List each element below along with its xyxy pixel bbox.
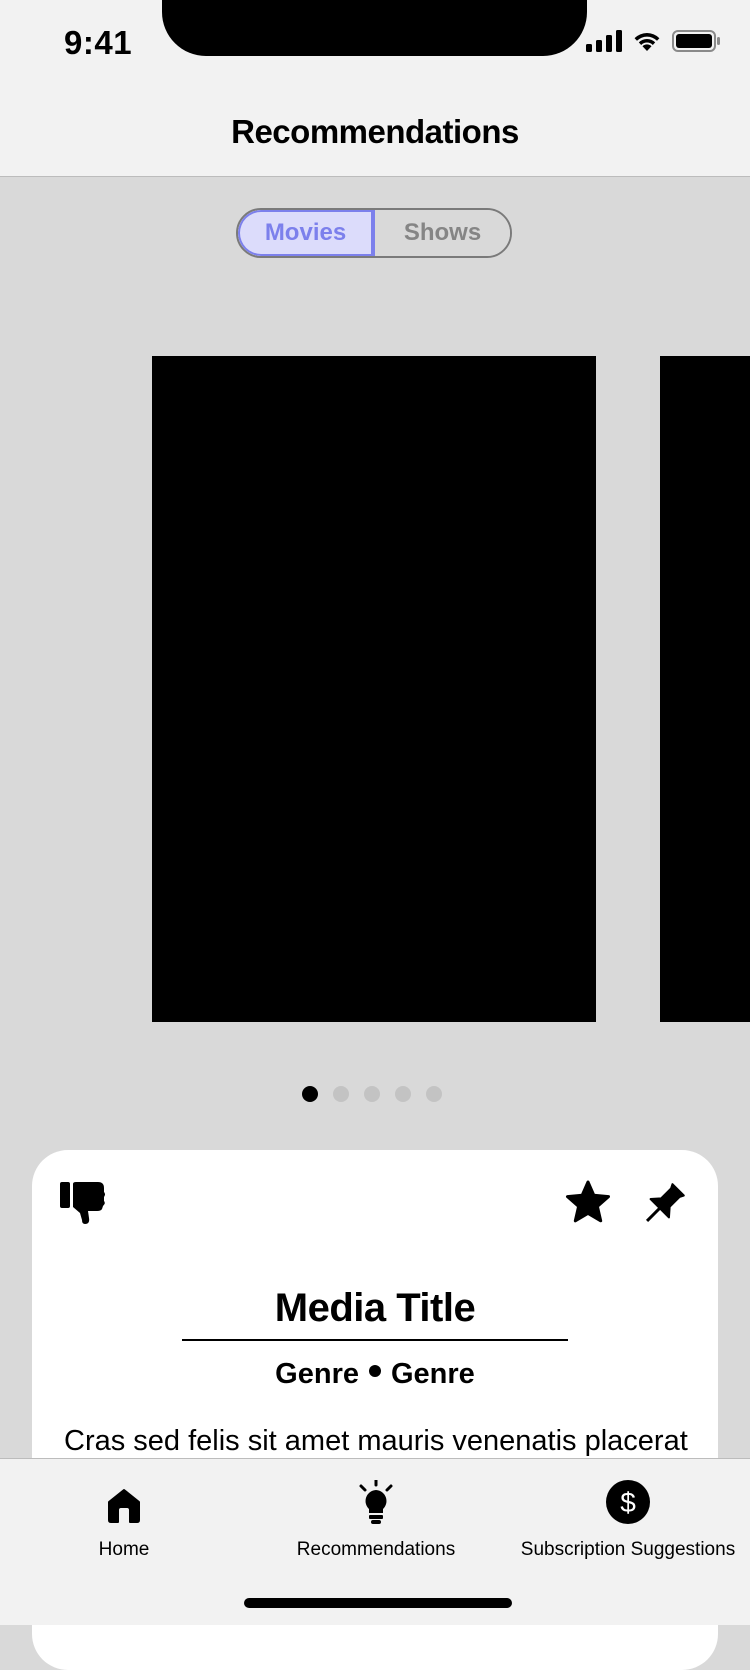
lightbulb-icon (357, 1478, 395, 1529)
battery-icon (672, 30, 720, 57)
carousel-page-indicator (302, 1086, 442, 1102)
tab-subscription-suggestions[interactable]: $ Subscription Suggestions (518, 1477, 738, 1561)
tab-home[interactable]: Home (64, 1477, 184, 1561)
genre-label: Genre (275, 1358, 359, 1390)
header: Recommendations (0, 88, 750, 177)
svg-text:$: $ (620, 1487, 636, 1518)
media-type-segmented-control: Movies Shows (236, 208, 512, 258)
wifi-icon (632, 30, 662, 57)
media-poster[interactable] (152, 356, 596, 1022)
page-dot[interactable] (302, 1086, 318, 1102)
tab-recommendations[interactable]: Recommendations (286, 1477, 466, 1561)
page-dot[interactable] (364, 1086, 380, 1102)
genre-list: Genre Genre (32, 1358, 718, 1391)
tab-subscription-suggestions-label: Subscription Suggestions (520, 1539, 736, 1560)
home-icon (107, 1488, 141, 1529)
page-dot[interactable] (426, 1086, 442, 1102)
media-title: Media Title (182, 1286, 568, 1341)
page-title: Recommendations (231, 113, 519, 150)
next-media-poster[interactable] (660, 356, 750, 1022)
status-bar: 9:41 (0, 0, 750, 88)
notch (162, 0, 587, 56)
dollar-icon: $ (606, 1480, 650, 1529)
segment-shows[interactable]: Shows (375, 210, 510, 256)
segment-movies[interactable]: Movies (238, 210, 375, 256)
signal-icon (586, 30, 622, 57)
pin-icon[interactable] (640, 1180, 688, 1233)
genre-separator (369, 1365, 381, 1378)
tab-home-label: Home (98, 1539, 150, 1560)
page-dot[interactable] (395, 1086, 411, 1102)
thumbs-down-icon[interactable] (60, 1180, 108, 1231)
media-description: Cras sed felis sit amet mauris venenatis… (64, 1425, 688, 1457)
tab-recommendations-label: Recommendations (296, 1539, 456, 1560)
status-time: 9:41 (64, 24, 133, 61)
page-dot[interactable] (333, 1086, 349, 1102)
star-icon[interactable] (564, 1180, 612, 1231)
home-indicator[interactable] (244, 1598, 512, 1608)
genre-label: Genre (391, 1358, 475, 1390)
status-icons (586, 30, 720, 57)
